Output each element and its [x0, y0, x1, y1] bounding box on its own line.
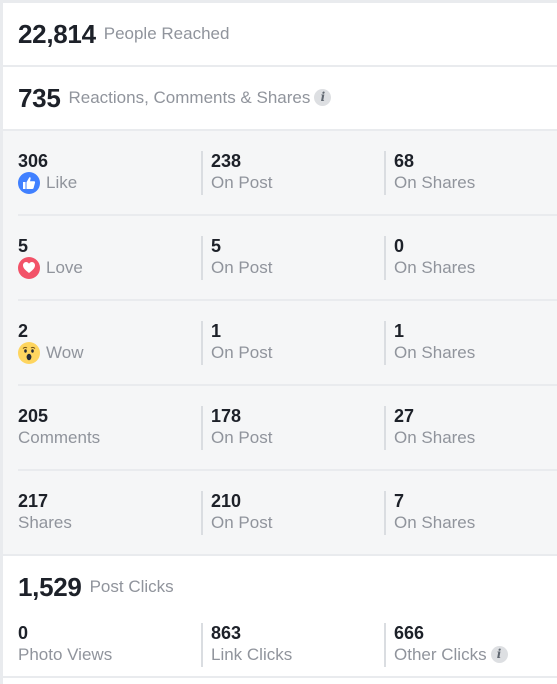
like-icon [18, 171, 40, 194]
info-icon[interactable]: i [490, 645, 508, 663]
breakdown-row-wow: 2 Wow 1 On Post 1 On Shares [18, 299, 557, 384]
photo-views: 0 Photo Views [18, 622, 201, 668]
like-on-post: 238 On Post [201, 150, 384, 196]
breakdown-row-shares: 217 Shares 210 On Post 7 On Shares [18, 469, 557, 554]
link-clicks-label: Link Clicks [211, 645, 293, 664]
engagement-label: Reactions, Comments & Shares [68, 88, 311, 107]
shares-total-value: 217 [18, 490, 49, 511]
love-on-post-value: 5 [211, 235, 222, 256]
wow-on-shares-value: 1 [394, 320, 405, 341]
link-clicks-value: 863 [211, 623, 242, 643]
shares-on-post: 210 On Post [201, 490, 384, 536]
comments-on-shares: 27 On Shares [384, 405, 557, 451]
love-on-shares: 0 On Shares [384, 235, 557, 281]
wow-on-shares: 1 On Shares [384, 320, 557, 366]
comments-total: 205 Comments [18, 405, 201, 451]
engagement-breakdown: 306 Like 238 On Post 68 On Shares 5 Love… [3, 131, 557, 554]
on-post-label: On Post [211, 342, 273, 362]
wow-on-post-value: 1 [211, 320, 222, 341]
people-reached-label: People Reached [103, 24, 230, 43]
people-reached-value: 22,814 [18, 18, 96, 49]
comments-on-shares-value: 27 [394, 405, 415, 426]
engagement-section: 735 Reactions, Comments & Shares i [3, 67, 557, 129]
wow-total: 2 Wow [18, 320, 201, 366]
clicks-breakdown: 0 Photo Views 863 Link Clicks 666 Other … [18, 618, 557, 676]
love-label: Love [46, 257, 83, 277]
shares-on-shares: 7 On Shares [384, 490, 557, 536]
on-post-label: On Post [211, 257, 273, 277]
wow-icon [18, 341, 40, 364]
comments-on-post: 178 On Post [201, 405, 384, 451]
divider [3, 676, 557, 678]
photo-views-label: Photo Views [18, 645, 113, 664]
breakdown-row-like: 306 Like 238 On Post 68 On Shares [18, 131, 557, 214]
on-shares-label: On Shares [394, 512, 476, 532]
on-post-label: On Post [211, 512, 273, 532]
link-clicks: 863 Link Clicks [201, 622, 384, 668]
photo-views-value: 0 [18, 623, 29, 643]
on-shares-label: On Shares [394, 257, 476, 277]
like-label: Like [46, 172, 78, 192]
on-post-label: On Post [211, 427, 273, 447]
shares-label: Shares [18, 512, 72, 532]
love-total: 5 Love [18, 235, 201, 281]
love-on-shares-value: 0 [394, 235, 405, 256]
wow-on-post: 1 On Post [201, 320, 384, 366]
other-clicks-label: Other Clicks [394, 645, 487, 664]
wow-total-value: 2 [18, 320, 29, 341]
post-clicks-section: 1,529 Post Clicks 0 Photo Views 863 Link… [3, 556, 557, 676]
like-total-value: 306 [18, 150, 49, 171]
like-on-post-value: 238 [211, 150, 242, 171]
post-clicks-label: Post Clicks [89, 577, 174, 596]
love-icon [18, 256, 40, 279]
like-total: 306 Like [18, 150, 201, 196]
post-clicks-value: 1,529 [18, 571, 82, 602]
on-shares-label: On Shares [394, 342, 476, 362]
shares-total: 217 Shares [18, 490, 201, 536]
wow-label: Wow [46, 342, 84, 362]
comments-on-post-value: 178 [211, 405, 242, 426]
love-total-value: 5 [18, 235, 29, 256]
comments-total-value: 205 [18, 405, 49, 426]
shares-on-shares-value: 7 [394, 490, 405, 511]
engagement-value: 735 [18, 82, 61, 113]
people-reached-section: 22,814 People Reached [3, 3, 557, 65]
love-on-post: 5 On Post [201, 235, 384, 281]
on-post-label: On Post [211, 172, 273, 192]
breakdown-row-comments: 205 Comments 178 On Post 27 On Shares [18, 384, 557, 469]
like-on-shares: 68 On Shares [384, 150, 557, 196]
other-clicks: 666 Other Clicks i [384, 622, 557, 668]
shares-on-post-value: 210 [211, 490, 242, 511]
comments-label: Comments [18, 427, 101, 447]
info-icon[interactable]: i [314, 88, 332, 106]
like-on-shares-value: 68 [394, 150, 415, 171]
on-shares-label: On Shares [394, 172, 476, 192]
post-insights-panel: 22,814 People Reached 735 Reactions, Com… [3, 3, 557, 684]
on-shares-label: On Shares [394, 427, 476, 447]
other-clicks-value: 666 [394, 623, 425, 643]
breakdown-row-love: 5 Love 5 On Post 0 On Shares [18, 214, 557, 299]
